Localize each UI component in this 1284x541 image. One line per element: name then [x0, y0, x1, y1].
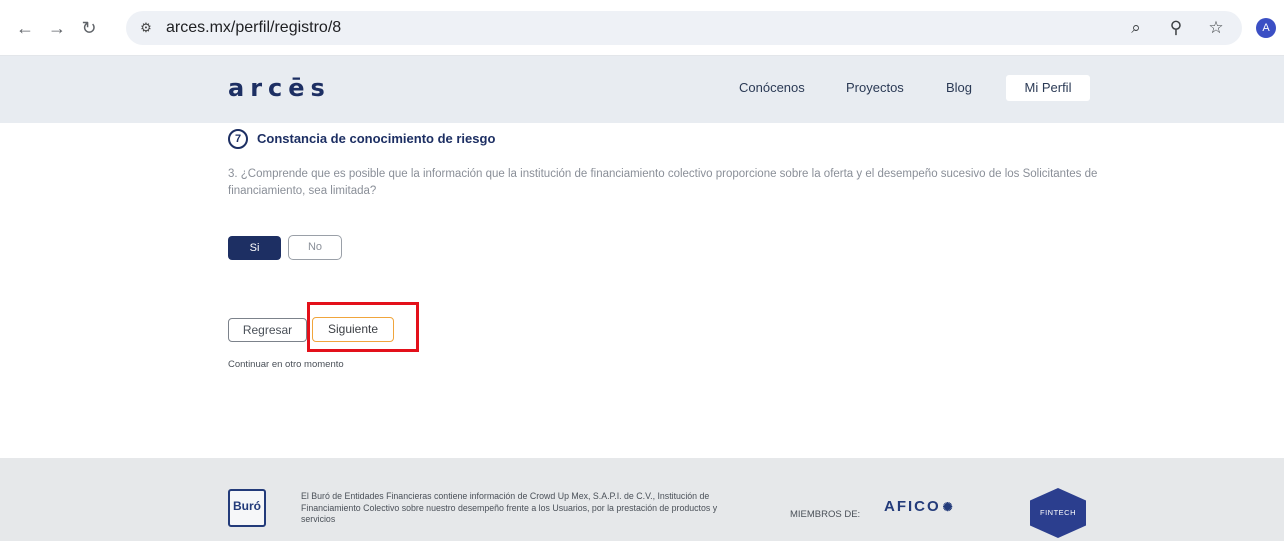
back-arrow-icon[interactable]: ← — [14, 17, 36, 39]
address-bar[interactable]: ⚙ arces.mx/perfil/registro/8 ⌕ ⚲ ☆ — [126, 11, 1242, 45]
nav-blog[interactable]: Blog — [946, 80, 972, 95]
arces-logo[interactable]: arcēs — [228, 74, 331, 102]
forward-arrow-icon[interactable]: → — [46, 17, 68, 39]
profile-avatar[interactable]: A — [1256, 18, 1276, 38]
step-title: Constancia de conocimiento de riesgo — [257, 131, 496, 146]
location-pin-icon[interactable]: ⚲ — [1166, 18, 1186, 38]
nav-conocenos[interactable]: Conócenos — [739, 80, 805, 95]
site-footer: Buró El Buró de Entidades Financieras co… — [0, 458, 1284, 541]
continuar-link[interactable]: Continuar en otro momento — [228, 359, 344, 370]
buro-logo-text: Buró — [233, 499, 261, 513]
browser-toolbar: ← → ↻ ⚙ arces.mx/perfil/registro/8 ⌕ ⚲ ☆… — [0, 0, 1284, 56]
members-label: MIEMBROS DE: — [790, 509, 861, 520]
buro-logo[interactable]: Buró — [228, 489, 266, 527]
nav-proyectos[interactable]: Proyectos — [846, 80, 904, 95]
option-si-button[interactable]: Si — [228, 236, 281, 260]
footer-disclaimer: El Buró de Entidades Financieras contien… — [301, 491, 718, 524]
site-settings-icon[interactable]: ⚙ — [138, 20, 154, 36]
reload-icon[interactable]: ↻ — [78, 17, 100, 39]
zoom-icon[interactable]: ⌕ — [1126, 18, 1146, 38]
afico-logo[interactable]: AFICO ✺ — [884, 498, 955, 515]
url-text[interactable]: arces.mx/perfil/registro/8 — [166, 19, 341, 37]
step-number-badge: 7 — [228, 129, 248, 149]
afico-emblem-icon: ✺ — [942, 500, 955, 514]
bookmark-star-icon[interactable]: ☆ — [1206, 18, 1226, 38]
fintech-logo[interactable]: FINTECH — [1030, 488, 1086, 538]
nav-mi-perfil[interactable]: Mi Perfil — [1006, 75, 1090, 101]
fintech-logo-text: FINTECH — [1040, 508, 1076, 517]
regresar-button[interactable]: Regresar — [228, 318, 307, 342]
question-text: 3. ¿Comprende que es posible que la info… — [228, 168, 1098, 197]
option-no-button[interactable]: No — [288, 235, 342, 260]
afico-logo-text: AFICO — [884, 498, 941, 515]
siguiente-button[interactable]: Siguiente — [312, 317, 394, 342]
site-header: arcēs Conócenos Proyectos Blog Mi Perfil — [0, 56, 1284, 123]
